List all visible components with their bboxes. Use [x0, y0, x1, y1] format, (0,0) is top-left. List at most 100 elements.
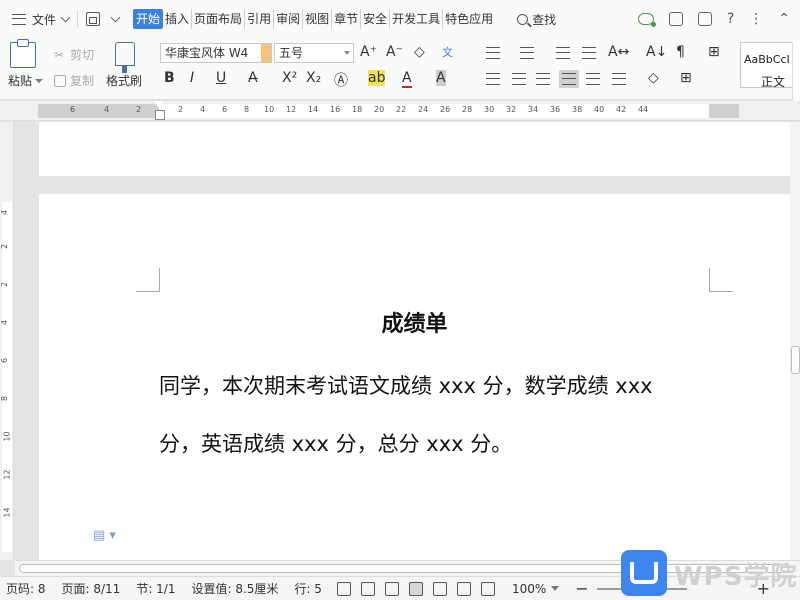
char-shading-icon[interactable]: A [436, 70, 446, 86]
subscript-icon[interactable]: X₂ [306, 70, 321, 86]
shrink-font-icon[interactable]: A⁻ [386, 44, 403, 60]
strikethrough-icon[interactable]: A̶ [248, 70, 258, 86]
reading-mode-icon[interactable] [360, 581, 375, 596]
quick-access-chevron-icon[interactable] [110, 12, 121, 23]
paste-icon[interactable] [10, 39, 36, 68]
previous-page[interactable] [39, 122, 790, 176]
copy-button[interactable]: 复制 [54, 72, 94, 89]
collaborate-icon[interactable] [697, 12, 712, 26]
status-page-count[interactable]: 页面: 8/11 [62, 580, 121, 597]
status-section[interactable]: 节: 1/1 [136, 580, 175, 597]
align-center-icon[interactable] [512, 73, 526, 85]
show-marks-icon[interactable]: ¶ [676, 44, 685, 60]
increase-indent-icon[interactable] [582, 47, 596, 59]
tab-home[interactable]: 开始 [133, 9, 164, 29]
style-scroll[interactable] [792, 42, 800, 102]
search-icon [517, 13, 529, 25]
shading-icon[interactable]: ◇ [648, 70, 659, 86]
hamburger-menu-icon[interactable] [12, 13, 26, 25]
web-view-icon[interactable] [456, 581, 471, 596]
vertical-scrollbar[interactable] [790, 122, 800, 560]
ruler-number: 34 [528, 105, 539, 114]
tab-security[interactable]: 安全 [361, 9, 391, 29]
share-icon[interactable] [668, 12, 683, 26]
fullscreen-icon[interactable] [336, 581, 351, 596]
ruler-number: 8 [244, 105, 250, 114]
tab-chapter[interactable]: 章节 [332, 9, 362, 29]
file-menu[interactable]: 文件 [32, 11, 71, 28]
paragraph-layout-icon[interactable]: ▤ ▾ [93, 528, 116, 543]
eye-protection-icon[interactable] [480, 581, 495, 596]
zoom-dropdown-icon[interactable] [551, 586, 560, 591]
edit-mode-icon[interactable] [384, 581, 399, 596]
ruler-number: 40 [594, 105, 605, 114]
indent-marker[interactable] [154, 101, 165, 121]
paste-button[interactable]: 粘贴 [8, 72, 44, 89]
status-page-number[interactable]: 页码: 8 [6, 580, 46, 597]
italic-icon[interactable]: I [190, 70, 194, 86]
document-title[interactable]: 成绩单 [39, 306, 790, 338]
vertical-scroll-thumb[interactable] [791, 346, 800, 374]
align-left-icon[interactable] [486, 73, 500, 85]
body-line-2[interactable]: 分，英语成绩 xxx 分，总分 xxx 分。 [159, 415, 719, 473]
current-page[interactable]: 成绩单 同学，本次期末考试语文成绩 xxx 分，数学成绩 xxx 分，英语成绩 … [39, 194, 790, 560]
phonetic-guide-icon[interactable]: 文 [442, 44, 453, 60]
vertical-ruler[interactable]: 4 2 2 4 6 8 10 12 14 [0, 122, 14, 560]
collapse-ribbon-icon[interactable]: ⌃ [778, 11, 790, 27]
tab-references[interactable]: 引用 [245, 9, 275, 29]
grow-font-icon[interactable]: A⁺ [360, 44, 377, 60]
text-effect-icon[interactable]: Ⓐ [334, 70, 348, 90]
clear-format-icon[interactable]: ◇ [414, 44, 425, 60]
format-painter-button[interactable]: 格式刷 [106, 72, 142, 89]
font-name-select[interactable]: 华康宝风体 W4 [160, 43, 272, 63]
ruler-number: 38 [572, 105, 583, 114]
status-setting[interactable]: 设置值: 8.5厘米 [191, 580, 278, 597]
font-size-value: 五号 [279, 46, 304, 60]
highlight-icon[interactable]: ab [368, 70, 386, 86]
outline-view-icon[interactable] [432, 581, 447, 596]
horizontal-ruler[interactable]: 6 4 2 2 4 6 8 10 12 14 16 18 20 22 24 26… [0, 101, 800, 121]
font-color-icon[interactable]: A [402, 70, 412, 88]
tab-page-layout[interactable]: 页面布局 [192, 9, 246, 29]
zoom-out-button[interactable]: − [575, 579, 588, 598]
bold-icon[interactable]: B [164, 70, 175, 86]
tab-developer[interactable]: 开发工具 [390, 9, 444, 29]
zoom-level[interactable]: 100% [512, 582, 546, 596]
body-line-1[interactable]: 同学，本次期末考试语文成绩 xxx 分，数学成绩 xxx [159, 357, 719, 415]
more-icon[interactable]: ⋮ [749, 11, 763, 27]
distribute-icon[interactable] [586, 73, 600, 85]
status-row[interactable]: 行: 5 [294, 580, 322, 597]
save-icon[interactable] [86, 12, 101, 26]
text-direction-icon[interactable]: A↔ [608, 44, 629, 60]
tab-view[interactable]: 视图 [303, 9, 333, 29]
line-spacing-icon[interactable] [612, 73, 626, 85]
tab-review[interactable]: 审阅 [274, 9, 304, 29]
vruler-number: 8 [0, 395, 10, 402]
ruler-number: 24 [418, 105, 429, 114]
borders-icon[interactable]: ⊞ [680, 70, 692, 86]
cloud-sync-icon[interactable] [637, 13, 656, 27]
numbering-icon[interactable] [520, 47, 534, 59]
align-right-icon[interactable] [536, 73, 550, 85]
superscript-icon[interactable]: X² [282, 70, 297, 86]
scissors-icon: ✂ [54, 47, 65, 62]
underline-icon[interactable]: U [216, 70, 226, 86]
table-tools-icon[interactable]: ⊞ [708, 44, 720, 60]
align-justify-icon[interactable] [559, 70, 579, 88]
page-view-icon[interactable] [408, 581, 423, 596]
document-body[interactable]: 同学，本次期末考试语文成绩 xxx 分，数学成绩 xxx 分，英语成绩 xxx … [159, 357, 719, 473]
copy-label: 复制 [70, 74, 95, 88]
document-canvas: 成绩单 同学，本次期末考试语文成绩 xxx 分，数学成绩 xxx 分，英语成绩 … [15, 122, 790, 560]
bullets-icon[interactable] [486, 47, 500, 59]
font-dropdown-icon[interactable] [261, 44, 271, 62]
font-size-select[interactable]: 五号 [274, 43, 354, 63]
help-icon[interactable]: ? [727, 11, 734, 27]
decrease-indent-icon[interactable] [556, 47, 570, 59]
cut-button[interactable]: ✂ 剪切 [54, 46, 94, 63]
style-normal[interactable]: AaBbCcI 正文 [740, 42, 796, 89]
sort-icon[interactable]: A↓ [646, 44, 667, 60]
tab-special-apps[interactable]: 特色应用 [443, 9, 495, 29]
format-painter-icon[interactable] [115, 42, 135, 73]
search-button[interactable]: 查找 [517, 11, 556, 28]
tab-insert[interactable]: 插入 [163, 9, 193, 29]
